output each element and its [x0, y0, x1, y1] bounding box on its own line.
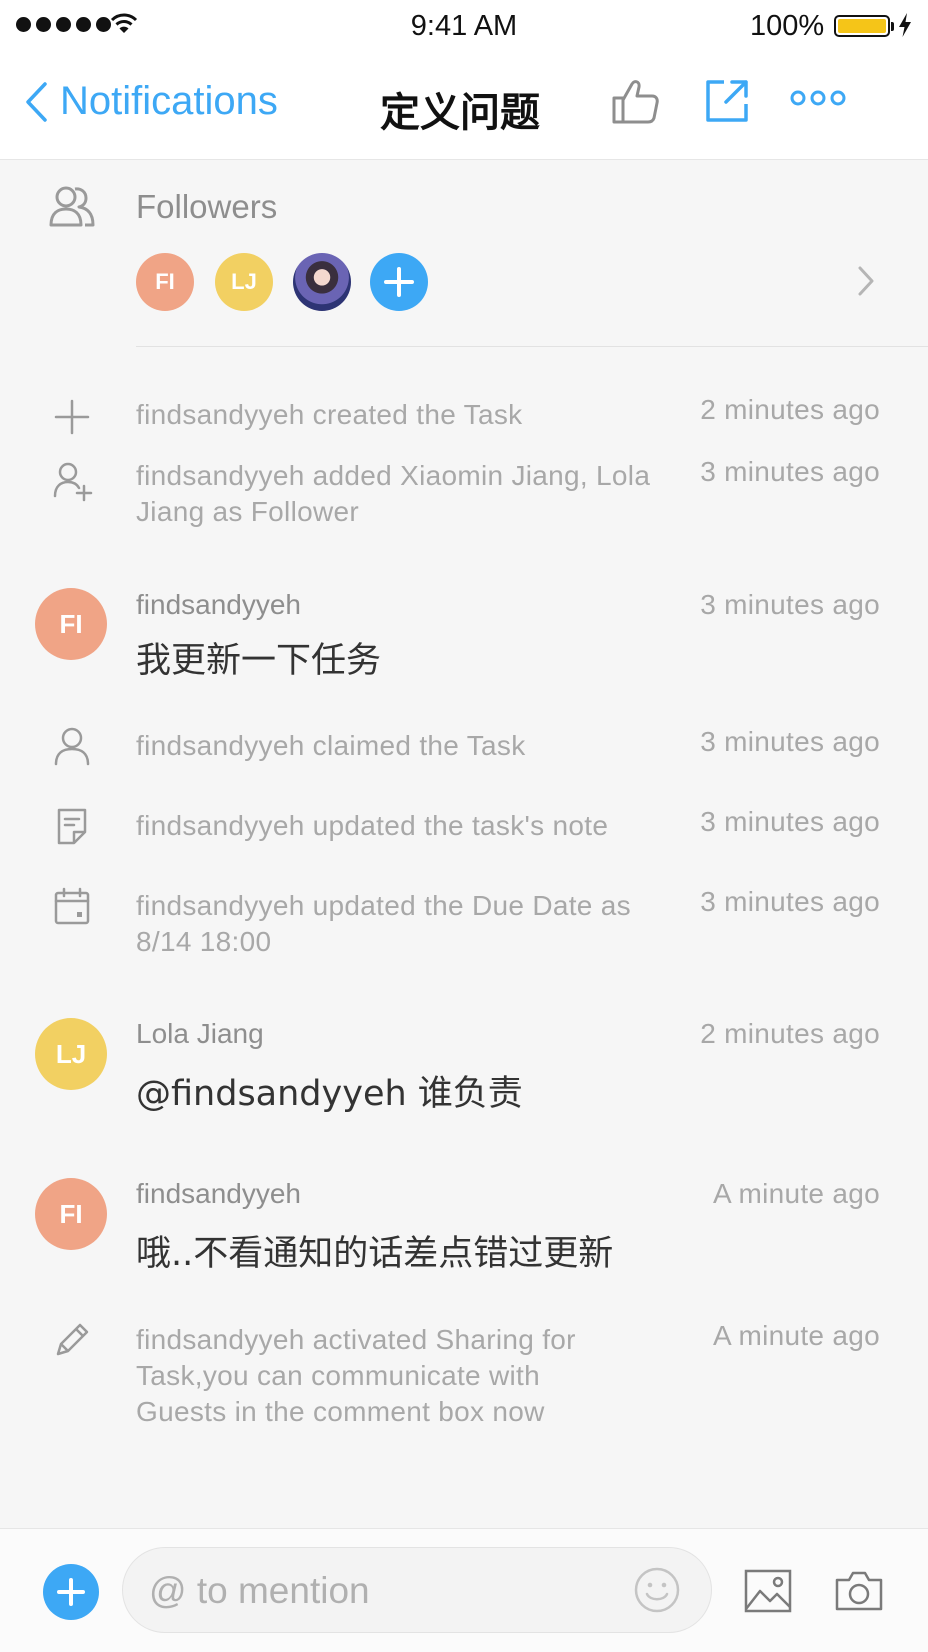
- status-bar: 9:41 AM 100%: [0, 0, 928, 54]
- back-button[interactable]: Notifications: [24, 79, 278, 124]
- activity-time: 3 minutes ago: [700, 726, 880, 757]
- follower-avatar-fi[interactable]: FI: [136, 253, 194, 311]
- add-follower-button[interactable]: [370, 253, 428, 311]
- comment-author[interactable]: findsandyyeh: [136, 1178, 301, 1210]
- activity-text: findsandyyeh activated Sharing for Task,…: [136, 1324, 576, 1427]
- attach-button[interactable]: [43, 1564, 99, 1620]
- comment-body: 我更新一下任务: [136, 641, 382, 681]
- pencil-icon: [56, 1323, 89, 1356]
- comment-avatar[interactable]: FI: [35, 588, 107, 660]
- comment-time: A minute ago: [712, 1178, 880, 1209]
- followers-icon: [49, 186, 95, 227]
- comment-input-wrapper: [122, 1547, 712, 1634]
- activity-text: findsandyyeh updated the Due Date as 8/1…: [136, 890, 631, 957]
- comment-avatar[interactable]: FI: [35, 1178, 107, 1250]
- activity-time: 3 minutes ago: [700, 886, 880, 917]
- back-label: Notifications: [60, 79, 278, 123]
- followers-divider: [136, 346, 928, 347]
- comment-body: 哦..不看通知的话差点错过更新: [136, 1234, 614, 1274]
- battery-icon: [834, 15, 890, 37]
- plus-icon: [54, 399, 90, 435]
- follower-avatar-photo[interactable]: [293, 253, 351, 311]
- chevron-left-icon: [26, 81, 47, 122]
- comment-author[interactable]: Lola Jiang: [136, 1018, 264, 1050]
- calendar-icon: [54, 887, 90, 925]
- comment-body: @findsandyyeh 谁负责: [136, 1074, 523, 1114]
- plus-icon: [384, 267, 414, 297]
- image-icon[interactable]: [744, 1569, 792, 1613]
- nav-bar: Notifications 定义问题: [0, 54, 928, 160]
- more-icon[interactable]: [790, 88, 846, 108]
- activity-time: 2 minutes ago: [700, 394, 880, 425]
- activity-text: findsandyyeh created the Task: [136, 399, 523, 430]
- followers-title: Followers: [136, 188, 278, 225]
- activity-time: 3 minutes ago: [700, 806, 880, 837]
- comment-time: 2 minutes ago: [700, 1018, 880, 1049]
- activity-time: 3 minutes ago: [700, 456, 880, 487]
- activity-time: A minute ago: [712, 1320, 880, 1351]
- follower-avatar-lj[interactable]: LJ: [215, 253, 273, 311]
- comment-avatar[interactable]: LJ: [35, 1018, 107, 1090]
- comment-time: 3 minutes ago: [700, 589, 880, 620]
- activity-text: findsandyyeh added Xiaomin Jiang, Lola J…: [136, 460, 651, 527]
- battery-tip: [891, 22, 894, 31]
- chevron-right-icon[interactable]: [857, 265, 875, 297]
- activity-text: findsandyyeh updated the task's note: [136, 810, 609, 841]
- note-icon: [57, 808, 87, 845]
- share-icon[interactable]: [702, 76, 752, 126]
- camera-icon[interactable]: [834, 1569, 884, 1613]
- activity-content: Followers FI LJ findsandyyeh created the…: [0, 160, 928, 1528]
- comment-composer: [0, 1528, 928, 1652]
- comment-input[interactable]: [147, 1548, 621, 1634]
- activity-text: findsandyyeh claimed the Task: [136, 730, 526, 761]
- charging-bolt-icon: [899, 13, 911, 37]
- emoji-icon[interactable]: [633, 1566, 681, 1614]
- person-icon: [54, 727, 90, 766]
- page-title: 定义问题: [380, 90, 540, 136]
- add-person-icon: [53, 462, 93, 502]
- plus-icon: [57, 1578, 85, 1606]
- battery-percentage: 100%: [750, 10, 825, 42]
- comment-author[interactable]: findsandyyeh: [136, 589, 301, 621]
- thumbs-up-icon[interactable]: [610, 76, 662, 128]
